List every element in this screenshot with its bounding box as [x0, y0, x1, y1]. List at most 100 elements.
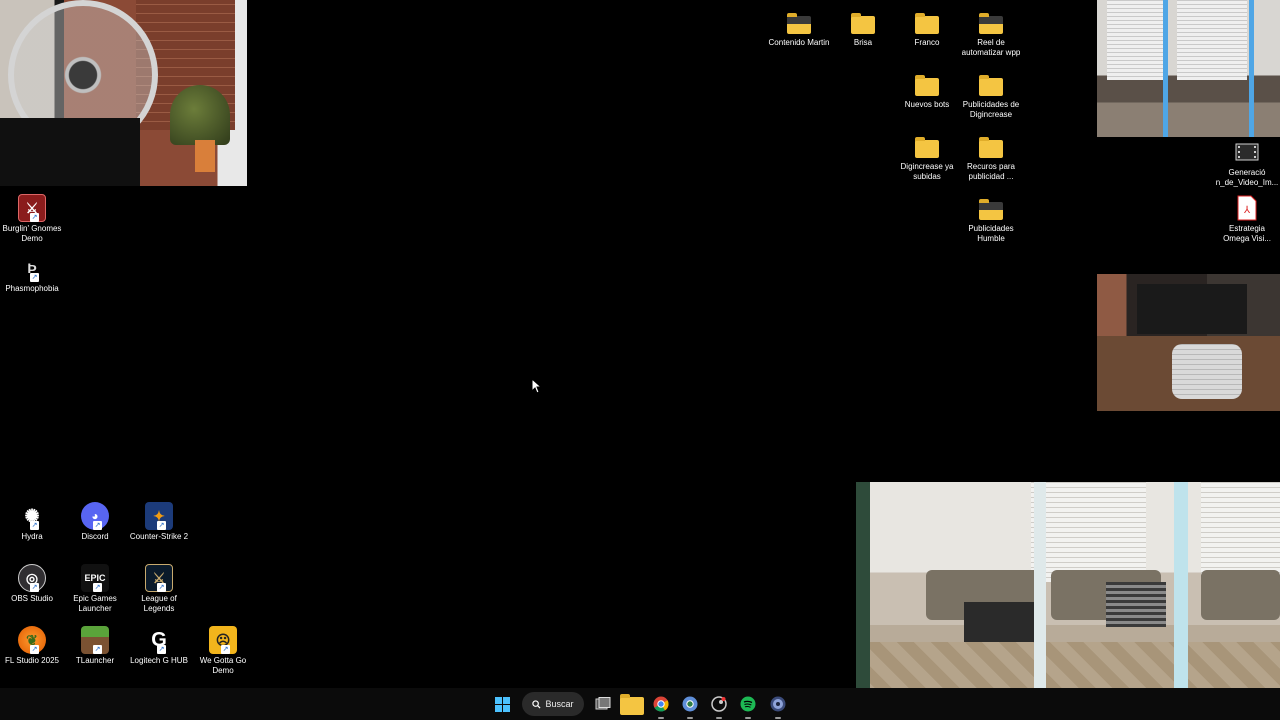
folder-reel[interactable]: Reel de automatizar wpp — [959, 8, 1023, 58]
folder-publicidades-humble[interactable]: Publicidades Humble — [959, 194, 1023, 244]
fl-studio-icon: ❦ — [18, 626, 46, 654]
app-discord[interactable]: ◕ Discord — [63, 502, 127, 542]
window-blind — [1177, 0, 1247, 80]
desktop-icon-label: Publicidades de Digincrease — [962, 100, 1020, 119]
steam-icon — [711, 696, 727, 712]
app-we-gotta-go[interactable]: ☹ We Gotta Go Demo — [191, 626, 255, 676]
window-frame — [1249, 0, 1254, 137]
file-generacion-video[interactable]: Generació n_de_Video_Im... — [1215, 138, 1279, 188]
pdf-file-icon: ⅄ — [1237, 195, 1257, 221]
app-obs-studio[interactable]: ◎ OBS Studio — [0, 564, 64, 604]
folder-icon — [915, 13, 939, 34]
search-label: Buscar — [545, 699, 574, 709]
folder-publicidades-digincrease[interactable]: Publicidades de Digincrease — [959, 70, 1023, 120]
camera-feed-desk — [0, 0, 247, 186]
folder-brisa[interactable]: Brisa — [831, 8, 895, 48]
app-logitech-g-hub[interactable]: G Logitech G HUB — [127, 626, 191, 666]
obs-button[interactable] — [766, 692, 790, 719]
window-blind — [1031, 482, 1146, 582]
folder-icon — [915, 137, 939, 158]
desktop-icon-label: Publicidades Humble — [968, 224, 1014, 243]
folder-icon — [979, 137, 1003, 158]
desktop-icon-label: Hydra — [21, 532, 43, 541]
search-icon — [532, 699, 541, 709]
counter-strike-icon: ✦ — [145, 502, 173, 530]
spotify-button[interactable] — [736, 692, 760, 719]
hydra-icon: ✺ — [24, 505, 40, 526]
folder-icon — [979, 75, 1003, 96]
logitech-g-icon: G — [151, 628, 167, 651]
app-epic-games[interactable]: EPIC Epic Games Launcher — [63, 564, 127, 614]
obs-taskbar-icon — [770, 696, 786, 712]
folder-recursos-publicidad[interactable]: Recuros para publicidad ... — [959, 132, 1023, 182]
desktop-icon-label: Estrategia Omega Visi... — [1223, 224, 1271, 243]
app-league-of-legends[interactable]: ⚔ League of Legends — [127, 564, 191, 614]
tv-screen — [1137, 284, 1247, 334]
desktop-icon-label: Recuros para publicidad ... — [966, 162, 1016, 181]
desktop-icon-label: Reel de automatizar wpp — [961, 38, 1021, 57]
desktop-icon-label: OBS Studio — [11, 594, 53, 603]
video-file-icon — [1235, 143, 1259, 161]
desktop-icon-label: League of Legends — [141, 594, 177, 613]
window-blind — [1107, 0, 1167, 80]
chrome-icon — [653, 696, 669, 712]
taskbar: Buscar — [0, 688, 1280, 720]
desk — [0, 118, 140, 186]
camera-feed-living-room — [856, 482, 1280, 720]
epic-games-icon: EPIC — [81, 564, 109, 592]
gnome-game-icon: ⚔ — [18, 194, 46, 222]
plant-pot — [195, 140, 215, 172]
windows-logo-icon — [494, 696, 510, 712]
app-phasmophobia[interactable]: Þ Phasmophobia — [0, 254, 64, 294]
tlauncher-icon — [81, 626, 109, 654]
app-counter-strike[interactable]: ✦ Counter-Strike 2 — [127, 502, 191, 542]
file-explorer-icon — [620, 693, 644, 715]
pillow — [1172, 344, 1242, 399]
desktop-icon-label: Brisa — [853, 38, 873, 47]
folder-franco[interactable]: Franco — [895, 8, 959, 48]
folder-icon — [787, 13, 811, 34]
folder-nuevos-bots[interactable]: Nuevos bots — [895, 70, 959, 110]
chrome-profile-icon — [682, 696, 698, 712]
file-estrategia-omega[interactable]: ⅄ Estrategia Omega Visi... — [1215, 194, 1279, 244]
folder-contenido-martin[interactable]: Contenido Martin — [767, 8, 831, 48]
desktop-icon-label: Counter-Strike 2 — [129, 532, 189, 541]
sofa — [1201, 570, 1280, 620]
desktop-icon-label: Logitech G HUB — [130, 656, 188, 665]
folder-icon — [851, 13, 875, 34]
we-gotta-go-icon: ☹ — [209, 626, 237, 654]
window-frame — [1163, 0, 1168, 137]
coffee-table — [964, 602, 1034, 642]
app-fl-studio[interactable]: ❦ FL Studio 2025 — [0, 626, 64, 666]
app-burglin-gnomes[interactable]: ⚔ Burglin' Gnomes Demo — [0, 194, 64, 244]
folder-digincrease-subidas[interactable]: Digincrease ya subidas — [895, 132, 959, 182]
start-button[interactable] — [490, 692, 514, 716]
task-view-icon — [595, 697, 611, 710]
folder-icon — [915, 75, 939, 96]
app-tlauncher[interactable]: TLauncher — [63, 626, 127, 666]
league-icon: ⚔ — [145, 564, 173, 592]
obs-icon: ◎ — [18, 564, 46, 592]
desktop-icon-label: Epic Games Launcher — [73, 594, 117, 613]
phasmophobia-icon: Þ — [18, 254, 46, 282]
plant — [170, 85, 230, 145]
task-view-button[interactable] — [591, 692, 615, 716]
desktop-icon-label: Nuevos bots — [904, 100, 950, 109]
striped-chair — [1106, 582, 1166, 627]
desktop-icon-label: Contenido Martin — [768, 38, 830, 47]
app-hydra[interactable]: ✺ Hydra — [0, 502, 64, 542]
desktop-icon-label: Burglin' Gnomes Demo — [2, 224, 62, 243]
file-explorer-button[interactable] — [620, 692, 644, 716]
desktop-icon-label: Discord — [81, 532, 109, 541]
chrome-dev-button[interactable] — [678, 692, 702, 719]
desktop-icon-label: Franco — [914, 38, 940, 47]
window-blind — [1201, 482, 1280, 582]
spotify-icon — [740, 696, 756, 712]
desktop-icon-label: Generació n_de_Video_Im... — [1215, 168, 1279, 187]
search-button[interactable]: Buscar — [522, 692, 584, 716]
desktop-icon-label: We Gotta Go Demo — [199, 656, 247, 675]
steam-button[interactable] — [707, 692, 731, 719]
camera-feed-room-window — [1097, 0, 1280, 137]
chrome-button[interactable] — [649, 692, 673, 719]
camera-feed-couch — [1097, 274, 1280, 411]
